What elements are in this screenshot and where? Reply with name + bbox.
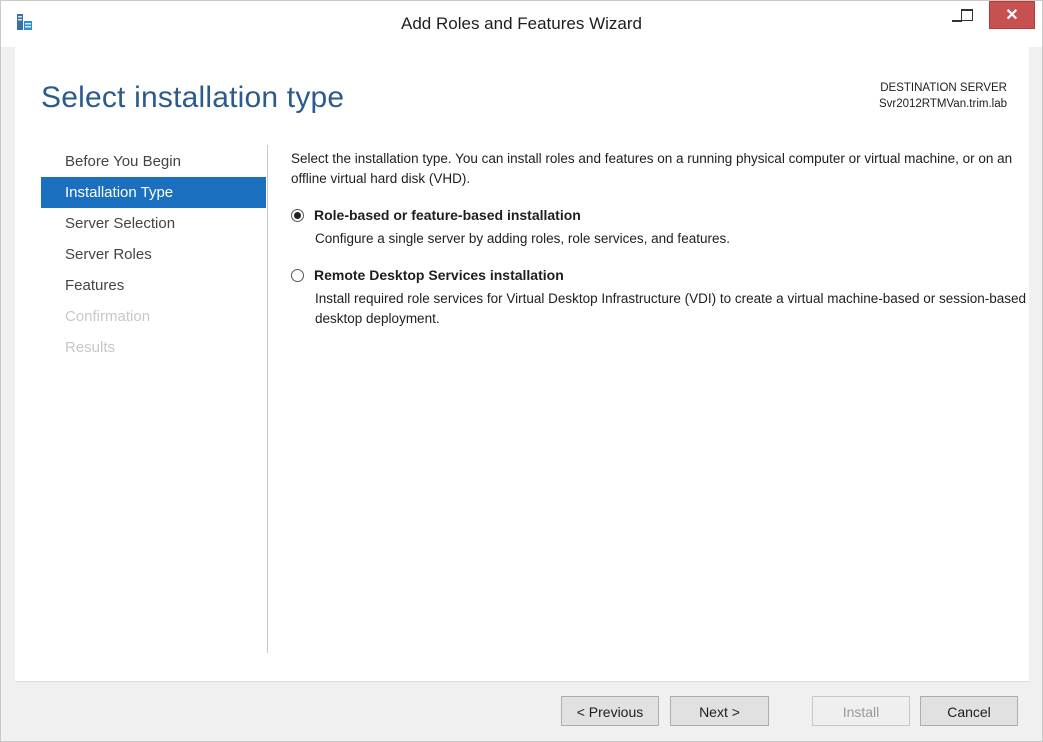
remote-desktop-radio[interactable] <box>291 268 304 282</box>
wizard-nav: Before You Begin Installation Type Serve… <box>41 146 266 363</box>
nav-item-confirmation: Confirmation <box>65 308 151 325</box>
maximize-button[interactable] <box>959 1 985 31</box>
nav-item-installation-type[interactable]: Installation Type <box>41 177 266 208</box>
role-based-description: Configure a single server by adding role… <box>315 231 730 246</box>
installation-type-description: Select the installation type. You can in… <box>291 151 1013 186</box>
nav-item-before-you-begin[interactable]: Before You Begin <box>41 146 266 177</box>
role-based-label[interactable]: Role-based or feature-based installation <box>314 205 581 225</box>
nav-item-features[interactable]: Features <box>41 270 266 301</box>
nav-divider <box>267 145 268 653</box>
remote-desktop-label[interactable]: Remote Desktop Services installation <box>314 265 564 285</box>
nav-item-server-selection[interactable]: Server Selection <box>41 208 266 239</box>
role-based-radio[interactable] <box>291 208 304 222</box>
wizard-footer: < Previous Next > Install Cancel <box>15 681 1029 740</box>
next-button[interactable]: Next > <box>670 696 769 726</box>
close-icon: ✕ <box>1005 7 1019 24</box>
title-bar[interactable]: Add Roles and Features Wizard ✕ <box>1 1 1042 47</box>
destination-server-info: DESTINATION SERVER Svr2012RTMVan.trim.la… <box>879 80 1007 112</box>
window-title: Add Roles and Features Wizard <box>401 14 642 33</box>
destination-label: DESTINATION SERVER <box>880 82 1007 94</box>
nav-item-results: Results <box>65 339 116 356</box>
close-button[interactable]: ✕ <box>989 1 1035 29</box>
destination-server-name: Svr2012RTMVan.trim.lab <box>878 98 1007 110</box>
page-title: Select installation type <box>41 81 345 114</box>
maximize-icon <box>961 9 973 21</box>
wizard-window: Add Roles and Features Wizard ✕ Select i… <box>0 0 1043 742</box>
nav-item-server-roles[interactable]: Server Roles <box>41 239 266 270</box>
install-button: Install <box>812 696 910 726</box>
previous-button[interactable]: < Previous <box>561 696 659 726</box>
remote-desktop-description: Install required role services for Virtu… <box>315 291 1027 326</box>
main-panel: Select the installation type. You can in… <box>291 149 1027 329</box>
option-role-based[interactable]: Role-based or feature-based installation… <box>291 205 1027 249</box>
option-remote-desktop[interactable]: Remote Desktop Services installation Ins… <box>291 265 1027 329</box>
wizard-content: Select installation type DESTINATION SER… <box>15 47 1029 681</box>
cancel-button[interactable]: Cancel <box>920 696 1018 726</box>
